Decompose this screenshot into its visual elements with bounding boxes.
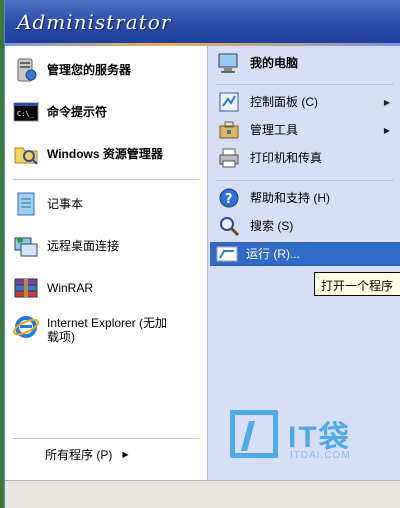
menu-item-label: 管理您的服务器 xyxy=(47,63,132,77)
server-manager-icon xyxy=(11,55,41,85)
menu-item-my-computer[interactable]: 我的电脑 xyxy=(214,48,396,78)
explorer-folder-icon xyxy=(11,139,41,169)
admin-tools-icon xyxy=(214,115,244,145)
menu-item-help[interactable]: ? 帮助和支持 (H) xyxy=(214,184,396,212)
watermark-logo-icon xyxy=(230,410,278,458)
watermark-site: ITDAI.COM xyxy=(290,450,351,461)
printer-icon xyxy=(214,143,244,173)
menu-item-run[interactable]: 运行 (R)... xyxy=(210,242,400,266)
internet-explorer-icon xyxy=(11,312,41,342)
run-tooltip: 打开一个程序 xyxy=(314,272,400,296)
menu-item-label: 记事本 xyxy=(47,197,84,211)
menu-item-label: 控制面板 (C) xyxy=(250,95,318,109)
menu-item-admin-tools[interactable]: 管理工具 ▶ xyxy=(214,116,396,144)
menu-item-label: 运行 (R)... xyxy=(246,247,300,261)
watermark: IT袋 ITDAI.COM xyxy=(230,410,380,470)
menu-item-label: 搜索 (S) xyxy=(250,219,294,233)
menu-item-internet-explorer[interactable]: Internet Explorer (无加 载项) xyxy=(11,312,201,352)
menu-item-label: 我的电脑 xyxy=(250,56,299,70)
menu-item-label: 远程桌面连接 xyxy=(47,239,120,253)
all-programs-separator xyxy=(13,438,199,439)
help-icon: ? xyxy=(214,183,244,213)
chevron-right-icon: ▶ xyxy=(383,97,390,107)
menu-item-label: 打印机和传真 xyxy=(250,151,323,165)
menu-item-notepad[interactable]: 记事本 xyxy=(11,186,201,222)
menu-item-label: WinRAR xyxy=(47,281,94,295)
all-programs-button[interactable]: 所有程序 (P) ▶ xyxy=(45,446,129,463)
menu-item-command-prompt[interactable]: C:\_ 命令提示符 xyxy=(11,94,201,130)
menu-item-printers[interactable]: 打印机和传真 xyxy=(214,144,396,172)
svg-text:?: ? xyxy=(225,192,233,207)
menu-item-winrar[interactable]: WinRAR xyxy=(11,270,201,306)
menu-item-server-manager[interactable]: 管理您的服务器 xyxy=(11,52,201,88)
menu-item-remote-desktop[interactable]: 远程桌面连接 xyxy=(11,228,201,264)
menu-item-label: 帮助和支持 (H) xyxy=(250,191,330,205)
search-icon xyxy=(214,211,244,241)
right-separator-1 xyxy=(216,84,394,85)
menu-item-control-panel[interactable]: 控制面板 (C) ▶ xyxy=(214,88,396,116)
menu-item-label-line1: Internet Explorer (无加 xyxy=(47,316,168,330)
start-menu-header: Administrator xyxy=(5,0,400,46)
run-icon xyxy=(214,243,240,265)
start-menu-footer xyxy=(5,480,400,508)
pinned-separator xyxy=(13,179,199,180)
chevron-right-icon: ▶ xyxy=(383,125,390,135)
menu-item-search[interactable]: 搜索 (S) xyxy=(214,212,396,240)
winrar-icon xyxy=(11,273,41,303)
right-separator-2 xyxy=(216,180,394,181)
control-panel-icon xyxy=(214,87,244,117)
notepad-icon xyxy=(11,189,41,219)
command-prompt-icon: C:\_ xyxy=(11,97,41,127)
menu-item-label-line2: 载项) xyxy=(47,330,75,344)
menu-item-windows-explorer[interactable]: Windows 资源管理器 xyxy=(11,136,201,172)
menu-item-label: Internet Explorer (无加 载项) xyxy=(47,316,167,344)
menu-item-label: 管理工具 xyxy=(250,123,299,137)
svg-text:C:\_: C:\_ xyxy=(17,110,35,118)
left-column: 管理您的服务器 C:\_ 命令提示符 Windows 资源管理器 记事本 远程桌… xyxy=(5,46,207,480)
my-computer-icon xyxy=(214,48,244,78)
menu-item-label: 命令提示符 xyxy=(47,105,108,119)
remote-desktop-icon xyxy=(11,231,41,261)
menu-item-label: Windows 资源管理器 xyxy=(47,147,163,161)
user-name: Administrator xyxy=(17,10,172,34)
all-programs-label: 所有程序 (P) xyxy=(45,448,113,462)
chevron-right-icon: ▶ xyxy=(122,450,129,459)
